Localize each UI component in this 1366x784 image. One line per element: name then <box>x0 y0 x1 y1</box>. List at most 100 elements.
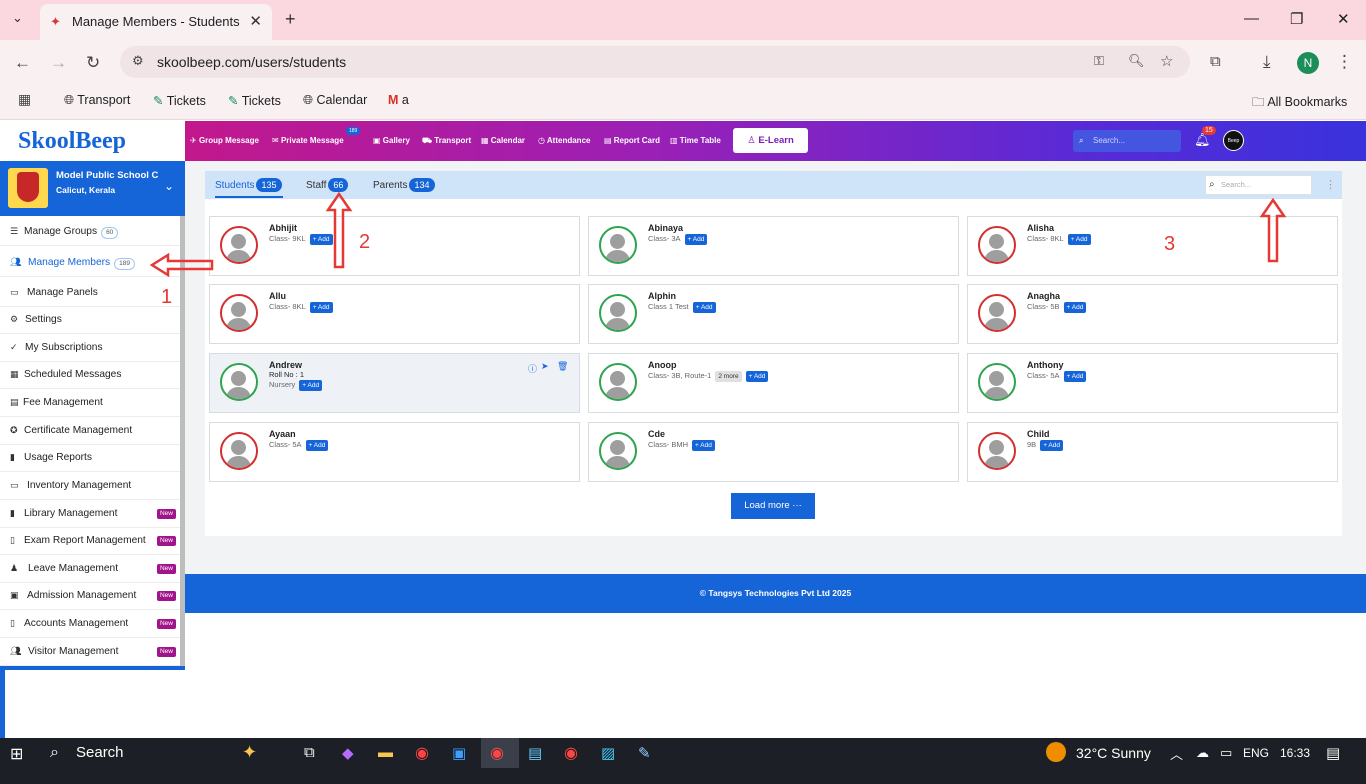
sidebar-item-exam-report-management[interactable]: ▯ Exam Report Management New <box>0 527 180 555</box>
avatar[interactable] <box>978 432 1016 470</box>
member-card[interactable]: Ayaan Class- 5A + Add <box>209 422 580 482</box>
sidebar-item-library-management[interactable]: ▮ Library Management New <box>0 500 180 528</box>
avatar[interactable] <box>599 432 637 470</box>
avatar[interactable] <box>220 226 258 264</box>
avatar[interactable] <box>599 294 637 332</box>
zoom-icon[interactable]: 🔍︎ <box>1128 53 1145 69</box>
more-options-icon[interactable]: ⋮ <box>1325 178 1336 191</box>
extensions-icon[interactable]: ⧉ <box>1210 53 1221 70</box>
sidebar-item-admission-management[interactable]: ▣ Admission Management New <box>0 582 180 610</box>
notifications-icon[interactable]: ▤ <box>1326 744 1340 762</box>
sidebar-item-accounts-management[interactable]: ▯ Accounts Management New <box>0 610 180 638</box>
nav-transport[interactable]: ⛟ Transport <box>422 136 471 146</box>
avatar[interactable] <box>599 363 637 401</box>
new-tab-icon[interactable]: + <box>285 9 296 30</box>
member-card[interactable]: Anoop Class- 3B, Route-1 2 more + Add <box>588 353 959 413</box>
minimize-icon[interactable]: — <box>1244 10 1259 27</box>
chrome-icon[interactable]: ◉ <box>415 743 429 763</box>
member-card[interactable]: Anagha Class- 5B + Add <box>967 284 1338 344</box>
profile-avatar[interactable]: N <box>1297 52 1319 74</box>
add-button[interactable]: + Add <box>309 302 333 313</box>
password-key-icon[interactable]: ⚿ <box>1094 53 1104 69</box>
apps-grid-icon[interactable]: ▦ <box>18 91 31 108</box>
back-icon[interactable]: ← <box>14 53 31 73</box>
member-search-input[interactable]: ⌕ Search... <box>1205 175 1312 195</box>
add-button[interactable]: + Add <box>299 380 323 391</box>
onedrive-icon[interactable]: ☁ <box>1196 745 1209 761</box>
school-selector[interactable]: Model Public School C Calicut, Kerala ⌄ <box>0 161 185 216</box>
avatar[interactable] <box>978 226 1016 264</box>
member-card[interactable]: Abhijit Class- 9KL + Add <box>209 216 580 276</box>
window-close-icon[interactable]: ✕ <box>1337 10 1350 28</box>
avatar[interactable] <box>978 294 1016 332</box>
bookmark-calendar[interactable]: 🌐︎ Calendar <box>303 93 367 108</box>
send-icon[interactable]: ➤ <box>541 361 549 372</box>
language-indicator[interactable]: ENG <box>1243 746 1269 760</box>
nav-attendance[interactable]: ◷ Attendance <box>538 136 590 145</box>
sidebar-item-my-subscriptions[interactable]: ✓ My Subscriptions <box>0 334 180 362</box>
member-card[interactable]: Abinaya Class- 3A + Add <box>588 216 959 276</box>
add-button[interactable]: + Add <box>1067 234 1091 245</box>
sidebar-item-visitor-management[interactable]: 👥︎ Visitor Management New <box>0 638 180 666</box>
windows-start-icon[interactable]: ⊞ <box>10 744 23 764</box>
add-button[interactable]: + Add <box>692 302 716 313</box>
copilot-app-icon[interactable]: ◆ <box>342 744 354 762</box>
add-button[interactable]: + Add <box>305 440 329 451</box>
sidebar-item-usage-reports[interactable]: ▮ Usage Reports <box>0 444 180 472</box>
bookmark-transport[interactable]: 🌐︎ Transport <box>64 93 130 108</box>
download-icon[interactable]: ⤓ <box>1263 52 1271 72</box>
close-tab-icon[interactable]: ✕ <box>249 12 262 30</box>
member-card[interactable]: Child 9B + Add <box>967 422 1338 482</box>
info-icon[interactable]: ⓘ <box>528 362 537 375</box>
chevron-down-icon[interactable]: ⌄ <box>164 179 174 193</box>
bookmark-gmail[interactable]: M a <box>388 93 409 107</box>
sidebar-item-manage-groups[interactable]: ☰ Manage Groups 60 <box>0 218 180 246</box>
nav-report-card[interactable]: ▤ Report Card <box>604 136 660 145</box>
header-search-input[interactable]: ⌕ Search... <box>1073 130 1181 152</box>
bookmark-tickets-2[interactable]: ✎ Tickets <box>228 93 281 108</box>
member-card[interactable]: Allu Class- 8KL + Add <box>209 284 580 344</box>
file-explorer-icon[interactable]: ▬ <box>378 744 393 761</box>
member-card[interactable]: Andrew Roll No : 1 Nursery + Add ⓘ ➤ 🗑︎ <box>209 353 580 413</box>
tab-list-chevron-icon[interactable]: ⌄ <box>12 10 23 26</box>
bookmark-star-icon[interactable]: ☆ <box>1160 52 1173 70</box>
site-info-icon[interactable]: ⚙ <box>132 53 144 69</box>
task-view-icon[interactable]: ⧉ <box>304 744 315 761</box>
nav-gallery[interactable]: ▣ Gallery <box>373 136 410 145</box>
sidebar-item-scheduled-messages[interactable]: ▦ Scheduled Messages <box>0 361 180 389</box>
member-card[interactable]: Cde Class- BMH + Add <box>588 422 959 482</box>
add-button[interactable]: + Add <box>692 440 715 451</box>
chrome-profile-icon[interactable]: ◉ <box>564 743 578 763</box>
nav-group-message[interactable]: ✈ Group Message <box>190 136 259 145</box>
nav-private-message[interactable]: ✉ Private Message <box>272 136 344 145</box>
reload-icon[interactable]: ↻ <box>86 53 100 73</box>
weather-text[interactable]: 32°C Sunny <box>1076 745 1151 761</box>
address-bar[interactable]: ⚙ skoolbeep.com/users/students ⚿ 🔍︎ ☆ <box>120 46 1190 78</box>
nav-calendar[interactable]: ▦ Calendar <box>481 136 525 145</box>
bookmark-tickets-1[interactable]: ✎ Tickets <box>153 93 206 108</box>
avatar[interactable] <box>599 226 637 264</box>
avatar[interactable] <box>978 363 1016 401</box>
tab-staff[interactable]: Staff 66 <box>306 178 349 192</box>
elearn-button[interactable]: ♙ E-Learn <box>733 128 808 153</box>
avatar[interactable] <box>220 363 258 401</box>
skoolbeep-logo[interactable]: SkoolBeep <box>18 128 126 155</box>
sidebar-item-settings[interactable]: ⚙ Settings <box>0 306 180 334</box>
sidebar-item-leave-management[interactable]: ♟ Leave Management New <box>0 555 180 583</box>
member-card[interactable]: Anthony Class- 5A + Add <box>967 353 1338 413</box>
tray-chevron-up-icon[interactable]: ︿ <box>1170 744 1183 763</box>
add-button[interactable]: + Add <box>1063 371 1087 382</box>
restore-icon[interactable]: ❐ <box>1290 10 1303 28</box>
network-icon[interactable]: ▭ <box>1220 745 1232 761</box>
tab-parents[interactable]: Parents 134 <box>373 178 435 192</box>
add-button[interactable]: + Add <box>1040 440 1063 451</box>
load-more-button[interactable]: Load more ··· <box>731 493 815 519</box>
notepad-icon[interactable]: ▤ <box>528 744 542 762</box>
trash-icon[interactable]: 🗑︎ <box>557 361 568 372</box>
avatar[interactable] <box>220 294 258 332</box>
user-avatar[interactable]: Beep <box>1223 130 1244 151</box>
clock[interactable]: 16:33 <box>1280 746 1310 760</box>
add-button[interactable]: + Add <box>745 371 769 382</box>
member-card[interactable]: Alphin Class 1 Test + Add <box>588 284 959 344</box>
browser-tab[interactable]: ✦ Manage Members - Students ✕ <box>40 4 272 40</box>
